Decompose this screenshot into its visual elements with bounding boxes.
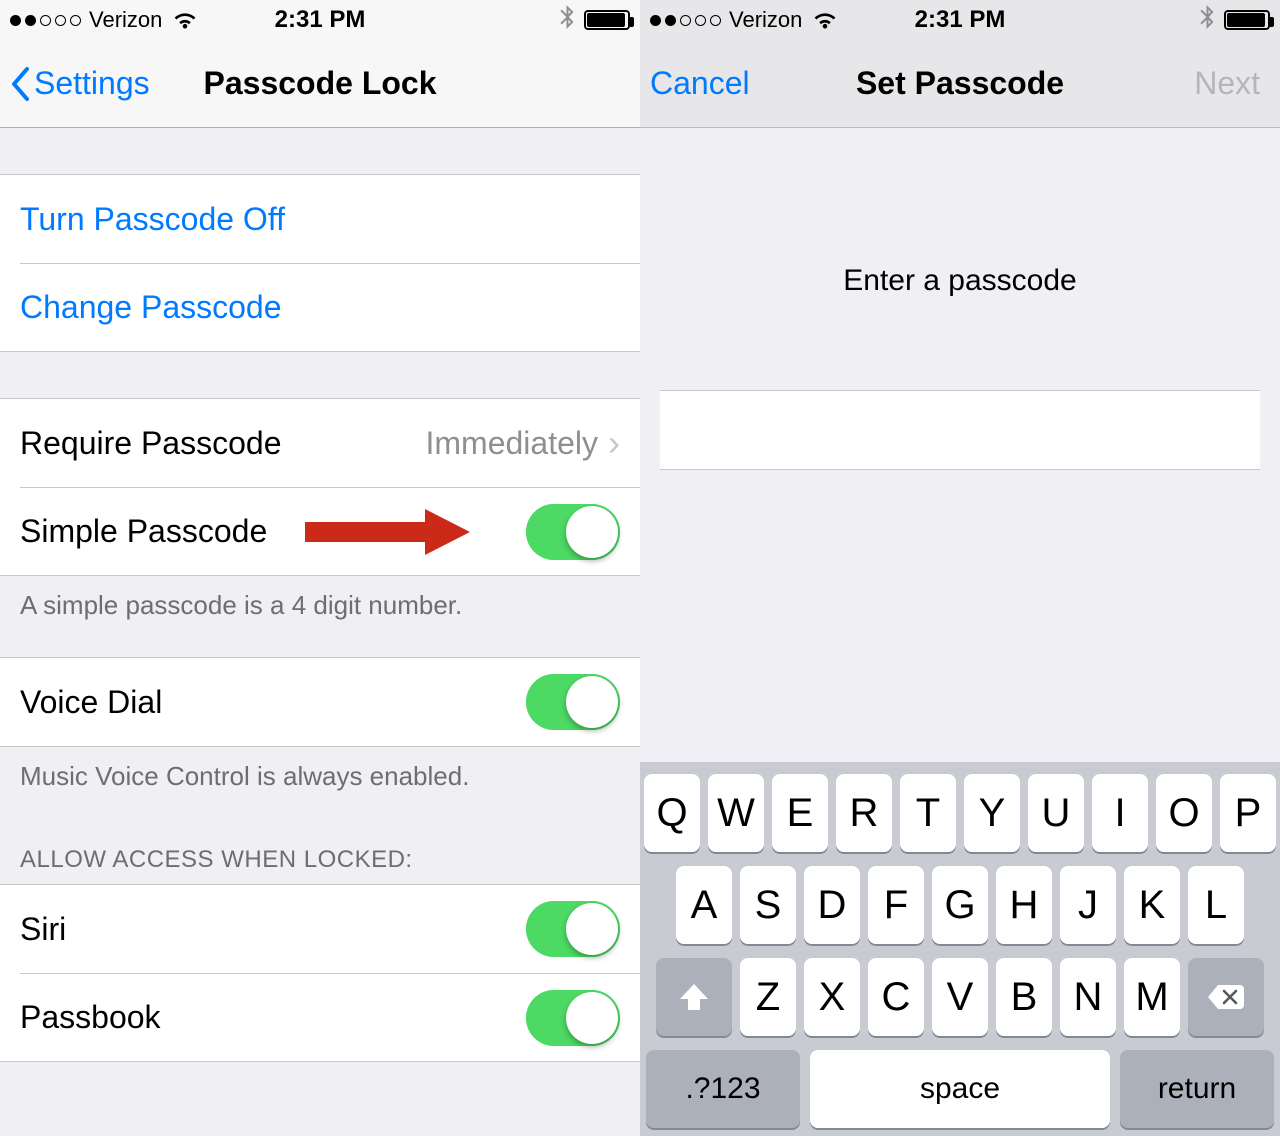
key-q[interactable]: Q (644, 774, 700, 852)
status-bar: Verizon 2:31 PM (0, 0, 640, 40)
carrier-label: Verizon (89, 7, 162, 33)
backspace-key[interactable] (1188, 958, 1264, 1036)
key-s[interactable]: S (740, 866, 796, 944)
status-bar: Verizon 2:31 PM (640, 0, 1280, 40)
require-passcode-value: Immediately (426, 425, 599, 462)
shift-key[interactable] (656, 958, 732, 1036)
key-f[interactable]: F (868, 866, 924, 944)
space-key[interactable]: space (810, 1050, 1110, 1128)
passcode-prompt-label: Enter a passcode (640, 264, 1280, 298)
key-u[interactable]: U (1028, 774, 1084, 852)
voice-dial-toggle[interactable] (526, 674, 620, 730)
key-j[interactable]: J (1060, 866, 1116, 944)
voice-dial-row: Voice Dial (0, 658, 640, 746)
key-k[interactable]: K (1124, 866, 1180, 944)
simple-passcode-label: Simple Passcode (20, 513, 526, 550)
key-v[interactable]: V (932, 958, 988, 1036)
require-passcode-row[interactable]: Require Passcode Immediately › (0, 399, 640, 487)
passcode-prompt-area: Enter a passcode (640, 128, 1280, 470)
signal-strength-icon (10, 15, 81, 26)
battery-icon (1224, 10, 1270, 30)
next-button[interactable]: Next (1194, 40, 1260, 127)
key-x[interactable]: X (804, 958, 860, 1036)
key-g[interactable]: G (932, 866, 988, 944)
key-l[interactable]: L (1188, 866, 1244, 944)
key-r[interactable]: R (836, 774, 892, 852)
passbook-row: Passbook (20, 973, 640, 1061)
key-t[interactable]: T (900, 774, 956, 852)
back-button[interactable]: Settings (10, 40, 150, 127)
simple-passcode-footer: A simple passcode is a 4 digit number. (0, 576, 640, 635)
bluetooth-icon (560, 5, 574, 35)
set-passcode-screen: Verizon 2:31 PM Cancel Set Passcode Next… (640, 0, 1280, 1136)
bluetooth-icon (1200, 5, 1214, 35)
siri-row: Siri (0, 885, 640, 973)
key-p[interactable]: P (1220, 774, 1276, 852)
key-a[interactable]: A (676, 866, 732, 944)
clock-label: 2:31 PM (915, 6, 1006, 34)
key-z[interactable]: Z (740, 958, 796, 1036)
carrier-label: Verizon (729, 7, 802, 33)
back-label: Settings (34, 65, 150, 102)
wifi-icon (812, 10, 838, 30)
cancel-button[interactable]: Cancel (650, 40, 750, 127)
keyboard-switch-key[interactable]: .?123 (646, 1050, 800, 1128)
allow-access-heading: ALLOW ACCESS WHEN LOCKED: (0, 806, 640, 884)
passbook-toggle[interactable] (526, 990, 620, 1046)
key-i[interactable]: I (1092, 774, 1148, 852)
siri-label: Siri (20, 911, 526, 948)
change-passcode-button[interactable]: Change Passcode (20, 263, 640, 351)
turn-passcode-off-button[interactable]: Turn Passcode Off (0, 175, 640, 263)
passcode-input[interactable] (660, 390, 1260, 470)
key-m[interactable]: M (1124, 958, 1180, 1036)
key-o[interactable]: O (1156, 774, 1212, 852)
passbook-label: Passbook (20, 999, 526, 1036)
simple-passcode-toggle[interactable] (526, 504, 620, 560)
siri-toggle[interactable] (526, 901, 620, 957)
key-y[interactable]: Y (964, 774, 1020, 852)
nav-bar: Cancel Set Passcode Next (640, 40, 1280, 128)
chevron-right-icon: › (608, 422, 620, 464)
battery-icon (584, 10, 630, 30)
key-b[interactable]: B (996, 958, 1052, 1036)
clock-label: 2:31 PM (275, 6, 366, 34)
return-key[interactable]: return (1120, 1050, 1274, 1128)
nav-title: Passcode Lock (204, 65, 437, 102)
key-e[interactable]: E (772, 774, 828, 852)
key-c[interactable]: C (868, 958, 924, 1036)
key-h[interactable]: H (996, 866, 1052, 944)
voice-dial-footer: Music Voice Control is always enabled. (0, 747, 640, 806)
require-passcode-label: Require Passcode (20, 425, 426, 462)
voice-dial-label: Voice Dial (20, 684, 526, 721)
chevron-left-icon (10, 67, 30, 101)
wifi-icon (172, 10, 198, 30)
key-w[interactable]: W (708, 774, 764, 852)
passcode-lock-screen: Verizon 2:31 PM Settings Passcode Lock T… (0, 0, 640, 1136)
nav-bar: Settings Passcode Lock (0, 40, 640, 128)
key-n[interactable]: N (1060, 958, 1116, 1036)
nav-title: Set Passcode (856, 65, 1064, 102)
signal-strength-icon (650, 15, 721, 26)
simple-passcode-row: Simple Passcode (20, 487, 640, 575)
settings-list: Turn Passcode Off Change Passcode Requir… (0, 128, 640, 1136)
keyboard: QWERTYUIOP ASDFGHJKL ZXCVBNM .?123 space… (640, 762, 1280, 1136)
key-d[interactable]: D (804, 866, 860, 944)
